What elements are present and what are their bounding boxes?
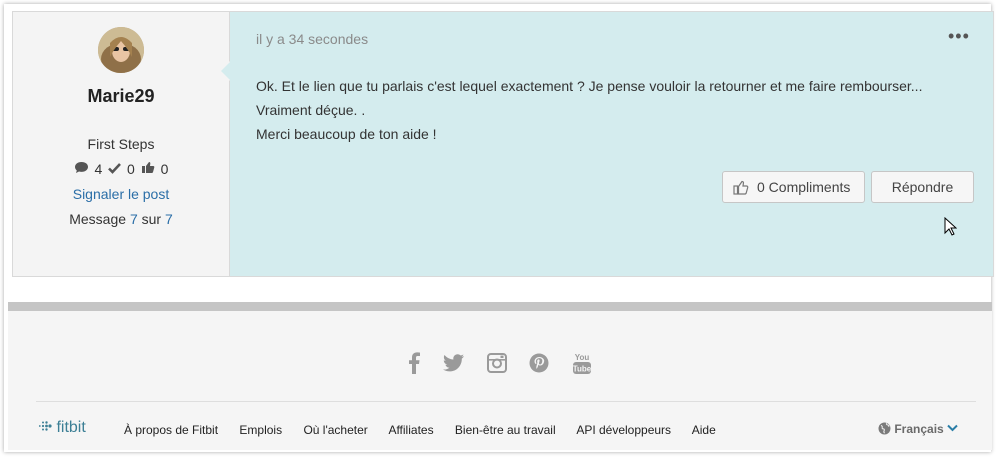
post-timestamp: il y a 34 secondes bbox=[256, 31, 369, 47]
language-label: Français bbox=[894, 422, 944, 436]
post-body-line: Vraiment déçue. . bbox=[256, 102, 366, 118]
report-post-link[interactable]: Signaler le post bbox=[13, 186, 229, 202]
site-footer: You Tube fitbit À propos de Fitbit Emploi… bbox=[8, 311, 992, 450]
globe-icon bbox=[878, 422, 894, 436]
message-prefix: Message bbox=[69, 211, 127, 227]
post-body-line: Merci beaucoup de ton aide ! bbox=[256, 126, 437, 142]
user-stats: 4 0 0 bbox=[13, 161, 229, 177]
post-options-menu[interactable]: ••• bbox=[948, 26, 970, 47]
footer-separator bbox=[36, 401, 976, 402]
fitbit-logo[interactable]: fitbit bbox=[38, 419, 86, 437]
social-links: You Tube bbox=[8, 351, 992, 380]
fitbit-logo-text: fitbit bbox=[56, 419, 86, 436]
messages-count: 4 bbox=[94, 161, 103, 177]
comment-icon bbox=[74, 161, 93, 177]
checkmark-icon bbox=[108, 161, 125, 177]
username[interactable]: Marie29 bbox=[13, 86, 229, 107]
post-body: Ok. Et le lien que tu parlais c'est lequ… bbox=[256, 74, 922, 146]
footer-divider bbox=[8, 302, 992, 311]
instagram-icon[interactable] bbox=[487, 353, 507, 378]
footer-link-affiliates[interactable]: Affiliates bbox=[388, 423, 433, 437]
user-rank: First Steps bbox=[87, 136, 155, 152]
facebook-icon[interactable] bbox=[408, 352, 421, 379]
pinterest-icon[interactable] bbox=[529, 353, 549, 378]
svg-text:You: You bbox=[575, 353, 590, 362]
message-total[interactable]: 7 bbox=[165, 211, 173, 227]
mouse-cursor-icon bbox=[944, 216, 958, 241]
svg-text:Tube: Tube bbox=[573, 365, 592, 374]
footer-link-wellness[interactable]: Bien-être au travail bbox=[455, 423, 556, 437]
bubble-pointer bbox=[221, 62, 230, 80]
kudos-label: 0 Compliments bbox=[757, 179, 851, 195]
post-body-line: Ok. Et le lien que tu parlais c'est lequ… bbox=[256, 78, 923, 94]
footer-link-api[interactable]: API développeurs bbox=[576, 423, 671, 437]
footer-link-help[interactable]: Aide bbox=[692, 423, 716, 437]
youtube-icon[interactable]: You Tube bbox=[572, 351, 592, 380]
language-selector[interactable]: Français bbox=[878, 422, 958, 436]
solutions-count: 0 bbox=[127, 161, 135, 177]
footer-link-where-to-buy[interactable]: Où l'acheter bbox=[303, 423, 367, 437]
forum-post: Marie29 First Steps 4 0 0 Signaler le po… bbox=[12, 11, 994, 277]
message-separator: sur bbox=[141, 211, 162, 227]
kudos-count: 0 bbox=[160, 161, 169, 177]
message-position: Message 7 sur 7 bbox=[13, 211, 229, 227]
post-content: il y a 34 secondes ••• Ok. Et le lien qu… bbox=[220, 12, 993, 276]
fitbit-logo-icon bbox=[38, 421, 52, 431]
chevron-down-icon bbox=[947, 422, 958, 436]
avatar[interactable] bbox=[98, 27, 144, 73]
thumbs-up-icon bbox=[733, 180, 749, 198]
author-panel: Marie29 First Steps 4 0 0 Signaler le po… bbox=[13, 12, 230, 276]
reply-button[interactable]: Répondre bbox=[871, 171, 974, 203]
thumbs-up-icon bbox=[141, 161, 159, 177]
twitter-icon[interactable] bbox=[442, 354, 465, 377]
footer-link-jobs[interactable]: Emplois bbox=[239, 423, 282, 437]
footer-link-about[interactable]: À propos de Fitbit bbox=[124, 423, 218, 437]
kudos-button[interactable]: 0 Compliments bbox=[722, 171, 865, 203]
footer-links: À propos de Fitbit Emplois Où l'acheter … bbox=[124, 423, 734, 437]
message-index[interactable]: 7 bbox=[130, 211, 138, 227]
